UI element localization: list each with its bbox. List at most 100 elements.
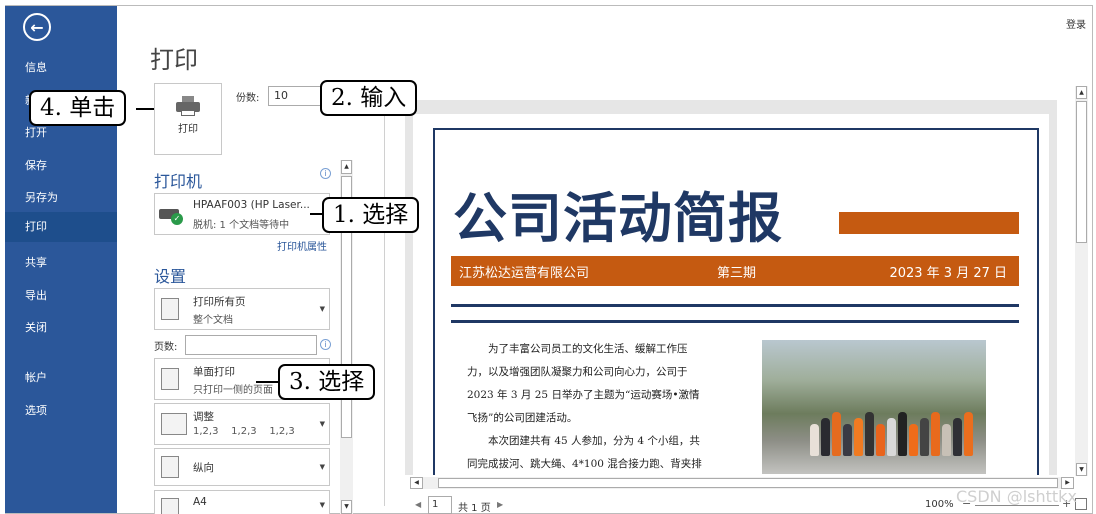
preview-vertical-scrollbar[interactable]: ▲ ▼ bbox=[1075, 86, 1088, 476]
print-button-label: 打印 bbox=[178, 124, 198, 135]
document-paragraph-line: 为了丰富公司员工的文化生活、缓解工作压 bbox=[488, 343, 688, 355]
prev-page-icon[interactable]: ◀ bbox=[415, 500, 421, 509]
collate-dropdown[interactable]: 调整 1,2,3 1,2,3 1,2,3 ▼ bbox=[154, 403, 330, 445]
document-body: 为了丰富公司员工的文化生活、缓解工作压力，以及增强团队凝聚力和公司向心力，公司于… bbox=[467, 338, 735, 475]
photo-person bbox=[909, 424, 918, 456]
signin-link[interactable]: 登录 bbox=[1066, 16, 1086, 31]
pages-info-icon[interactable]: i bbox=[320, 339, 331, 350]
photo-person bbox=[942, 424, 951, 456]
sides-title: 单面打印 bbox=[193, 366, 235, 378]
document-date: 2023 年 3 月 27 日 bbox=[889, 266, 1007, 281]
document-paragraph-line: 同完成拔河、跳大绳、4*100 混合接力跑、背夹排 bbox=[467, 458, 702, 470]
nav-item-options[interactable]: 选项 bbox=[5, 396, 117, 426]
print-button[interactable]: 打印 bbox=[154, 83, 222, 155]
callout-select-sides: 3. 选择 bbox=[278, 364, 376, 400]
nav-item-save-as[interactable]: 另存为 bbox=[5, 183, 117, 213]
callout-input: 2. 输入 bbox=[320, 80, 418, 116]
chevron-down-icon: ▼ bbox=[319, 305, 325, 313]
photo-person bbox=[931, 412, 940, 456]
print-range-dropdown[interactable]: 打印所有页 整个文档 ▼ bbox=[154, 288, 330, 330]
photo-person bbox=[821, 418, 830, 456]
photo-person bbox=[832, 412, 841, 456]
scroll-left-icon[interactable]: ◀ bbox=[410, 477, 423, 489]
copies-input[interactable]: 10 bbox=[268, 86, 322, 106]
print-range-subtitle: 整个文档 bbox=[193, 315, 233, 326]
document-paragraph-line: 本次团建共有 45 人参加，分为 4 个小组，共 bbox=[488, 435, 700, 447]
back-arrow-icon[interactable]: ← bbox=[23, 13, 51, 41]
photo-person bbox=[920, 418, 929, 456]
orientation-title: 纵向 bbox=[193, 462, 214, 474]
print-preview: 公司活动简报 江苏松达运营有限公司 第三期 2023 年 3 月 27 日 为了… bbox=[405, 100, 1057, 475]
callout-click: 4. 单击 bbox=[29, 90, 127, 126]
document-title: 公司活动简报 bbox=[453, 187, 783, 250]
photo-person bbox=[843, 424, 852, 456]
document-paragraph-line: 飞扬”的公司团建活动。 bbox=[467, 412, 578, 424]
printer-info-icon[interactable]: i bbox=[320, 168, 331, 179]
collate-icon bbox=[161, 413, 187, 435]
preview-page: 公司活动简报 江苏松达运营有限公司 第三期 2023 年 3 月 27 日 为了… bbox=[413, 114, 1049, 475]
document-border: 公司活动简报 江苏松达运营有限公司 第三期 2023 年 3 月 27 日 为了… bbox=[433, 128, 1039, 475]
pages-input[interactable] bbox=[185, 335, 317, 355]
team-activity-photo bbox=[762, 340, 986, 474]
paper-size-title: A4 bbox=[193, 496, 207, 508]
scroll-thumb[interactable] bbox=[1076, 101, 1087, 243]
nav-item-close[interactable]: 关闭 bbox=[5, 313, 117, 343]
chevron-down-icon: ▼ bbox=[319, 501, 325, 509]
nav-item-export[interactable]: 导出 bbox=[5, 281, 117, 311]
document-issue: 第三期 bbox=[717, 266, 757, 281]
photo-person bbox=[854, 418, 863, 456]
nav-item-print[interactable]: 打印 bbox=[5, 212, 117, 242]
printer-status: 脱机: 1 个文档等待中 bbox=[193, 220, 290, 231]
printer-properties-link[interactable]: 打印机属性 bbox=[277, 238, 327, 253]
photo-person bbox=[964, 412, 973, 456]
document-header-band: 江苏松达运营有限公司 第三期 2023 年 3 月 27 日 bbox=[451, 256, 1019, 286]
document-paragraph-line: 2023 年 3 月 25 日举办了主题为“运动赛场•激情 bbox=[467, 389, 700, 401]
watermark: CSDN @lshttkx bbox=[956, 487, 1077, 506]
scroll-up-icon[interactable]: ▲ bbox=[341, 160, 352, 174]
callout-leader bbox=[256, 381, 278, 383]
zoom-level: 100% bbox=[925, 499, 954, 510]
document-rule bbox=[451, 304, 1019, 307]
photo-person bbox=[876, 424, 885, 456]
callout-leader bbox=[136, 108, 154, 110]
collate-subtitle: 1,2,3 1,2,3 1,2,3 bbox=[193, 426, 295, 437]
printer-ready-icon: ✓ bbox=[159, 205, 183, 225]
portrait-icon bbox=[161, 456, 179, 478]
printer-name: HPAAF003 (HP Laser... bbox=[193, 199, 310, 211]
orientation-dropdown[interactable]: 纵向 ▼ bbox=[154, 448, 330, 486]
document-paragraph-line: 力，以及增强团队凝聚力和公司向心力，公司于 bbox=[467, 366, 688, 378]
photo-person bbox=[865, 412, 874, 456]
pages-label: 页数: bbox=[154, 342, 178, 353]
collate-title: 调整 bbox=[193, 411, 214, 423]
callout-select-printer: 1. 选择 bbox=[322, 197, 420, 233]
scroll-up-icon[interactable]: ▲ bbox=[1076, 86, 1087, 99]
single-sided-icon bbox=[161, 368, 179, 390]
settings-heading: 设置 bbox=[154, 267, 187, 286]
document-rule bbox=[451, 320, 1019, 323]
scroll-down-icon[interactable]: ▼ bbox=[341, 500, 352, 514]
nav-item-save[interactable]: 保存 bbox=[5, 151, 117, 181]
next-page-icon[interactable]: ▶ bbox=[497, 500, 503, 509]
title-accent-bar bbox=[839, 212, 1019, 234]
document-company: 江苏松达运营有限公司 bbox=[459, 266, 590, 281]
chevron-down-icon: ▼ bbox=[319, 463, 325, 471]
document-pages-icon bbox=[161, 298, 179, 320]
paper-size-dropdown[interactable]: A4 ▼ bbox=[154, 490, 330, 514]
printer-dropdown[interactable]: ✓ HPAAF003 (HP Laser... 脱机: 1 个文档等待中 bbox=[154, 193, 330, 235]
printer-icon bbox=[176, 96, 200, 116]
panel-divider bbox=[384, 86, 385, 506]
sides-subtitle: 只打印一侧的页面 bbox=[193, 385, 273, 396]
page-number-input[interactable]: 1 bbox=[428, 496, 452, 514]
photo-person bbox=[810, 424, 819, 456]
print-range-title: 打印所有页 bbox=[193, 296, 246, 308]
nav-item-info[interactable]: 信息 bbox=[5, 53, 117, 83]
photo-person bbox=[887, 418, 896, 456]
chevron-down-icon: ▼ bbox=[319, 420, 325, 428]
nav-item-share[interactable]: 共享 bbox=[5, 248, 117, 278]
scroll-down-icon[interactable]: ▼ bbox=[1076, 463, 1087, 476]
nav-item-account[interactable]: 帐户 bbox=[5, 363, 117, 393]
photo-person bbox=[953, 418, 962, 456]
callout-leader bbox=[310, 213, 322, 215]
photo-person bbox=[898, 412, 907, 456]
page-title: 打印 bbox=[150, 46, 198, 74]
